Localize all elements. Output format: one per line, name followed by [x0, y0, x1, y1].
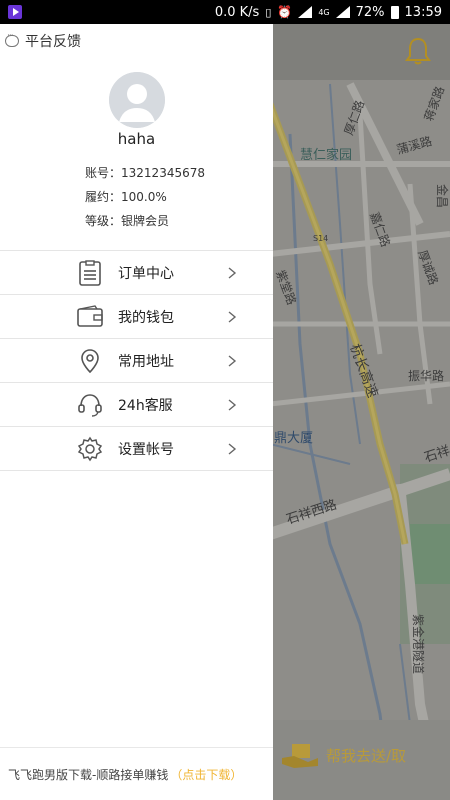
- map-label: 紫金港隧道: [411, 614, 426, 674]
- wallet-icon: [77, 305, 103, 327]
- avatar[interactable]: [109, 72, 165, 128]
- map-label: 金昌: [435, 184, 450, 208]
- status-bar: 0.0 K/s ▯ ⏰ 4G 72% 13:59: [0, 0, 450, 24]
- chat-bubble-icon: [5, 31, 19, 47]
- download-link[interactable]: （点击下载）: [170, 766, 242, 783]
- username: haha: [117, 130, 156, 148]
- fulfillment-row: 履约：100.0%: [85, 188, 167, 205]
- chevron-right-icon: [228, 355, 237, 367]
- feedback-link[interactable]: 平台反馈: [5, 31, 81, 51]
- map-label: 慧仁家园: [300, 147, 352, 163]
- send-pickup-label: 帮我去送/取: [326, 746, 407, 765]
- download-promo: 飞飞跑男版下载-顺路接单赚钱 （点击下载）: [0, 747, 273, 800]
- chevron-right-icon: [228, 267, 237, 279]
- menu-label-address: 常用地址: [118, 353, 174, 370]
- cell-signal-icon: [335, 6, 350, 18]
- app-notification-icon: [8, 5, 22, 19]
- clock: 13:59: [404, 4, 442, 20]
- menu-item-address[interactable]: 常用地址: [0, 339, 273, 383]
- account-key: 账号：: [85, 166, 122, 180]
- network-speed: 0.0 K/s: [214, 4, 260, 20]
- alarm-icon: ⏰: [277, 5, 293, 19]
- account-value: 13212345678: [121, 166, 205, 180]
- level-row: 等级：银牌会员: [85, 212, 169, 229]
- account-row: 账号：13212345678: [85, 164, 205, 181]
- map-label: 鼎大厦: [274, 431, 313, 446]
- location-pin-icon: [81, 349, 99, 374]
- level-value: 银牌会员: [121, 214, 170, 228]
- delivery-gift-icon: [282, 744, 318, 768]
- menu-label-wallet: 我的钱包: [118, 309, 174, 326]
- menu-label-settings: 设置帐号: [118, 441, 174, 458]
- menu-item-orders[interactable]: 订单中心: [0, 251, 273, 295]
- bell-icon[interactable]: [404, 36, 432, 66]
- battery-icon: [390, 5, 399, 19]
- vibrate-icon: ▯: [265, 5, 272, 19]
- side-drawer: 平台反馈 haha 账号：13212345678 履约：100.0% 等级：银牌…: [0, 24, 273, 800]
- map-label: S14: [313, 234, 328, 243]
- chevron-right-icon: [228, 399, 237, 411]
- level-key: 等级：: [85, 214, 122, 228]
- menu-item-wallet[interactable]: 我的钱包: [0, 295, 273, 339]
- menu-item-support[interactable]: 24h客服: [0, 383, 273, 427]
- chevron-right-icon: [228, 443, 237, 455]
- feedback-label: 平台反馈: [25, 34, 81, 50]
- send-pickup-button[interactable]: 帮我去送/取: [282, 740, 406, 770]
- menu-item-settings[interactable]: 设置帐号: [0, 427, 273, 471]
- map-label: 振华路: [408, 368, 444, 383]
- menu-label-support: 24h客服: [118, 397, 173, 414]
- wifi-signal-icon: [298, 6, 313, 18]
- menu-label-orders: 订单中心: [118, 265, 174, 282]
- fulfillment-key: 履约：: [85, 190, 122, 204]
- fulfillment-value: 100.0%: [121, 190, 167, 204]
- battery-percent: 72%: [355, 4, 385, 20]
- chevron-right-icon: [228, 311, 237, 323]
- drawer-menu: 订单中心 我的钱包 常用地址 24h客服 设置帐号: [0, 250, 273, 471]
- network-type: 4G: [318, 7, 330, 17]
- clipboard-icon: [79, 260, 101, 286]
- gear-icon: [77, 436, 103, 462]
- user-silhouette-icon: [109, 72, 165, 128]
- headset-icon: [78, 394, 102, 417]
- download-promo-text: 飞飞跑男版下载-顺路接单赚钱: [8, 767, 169, 782]
